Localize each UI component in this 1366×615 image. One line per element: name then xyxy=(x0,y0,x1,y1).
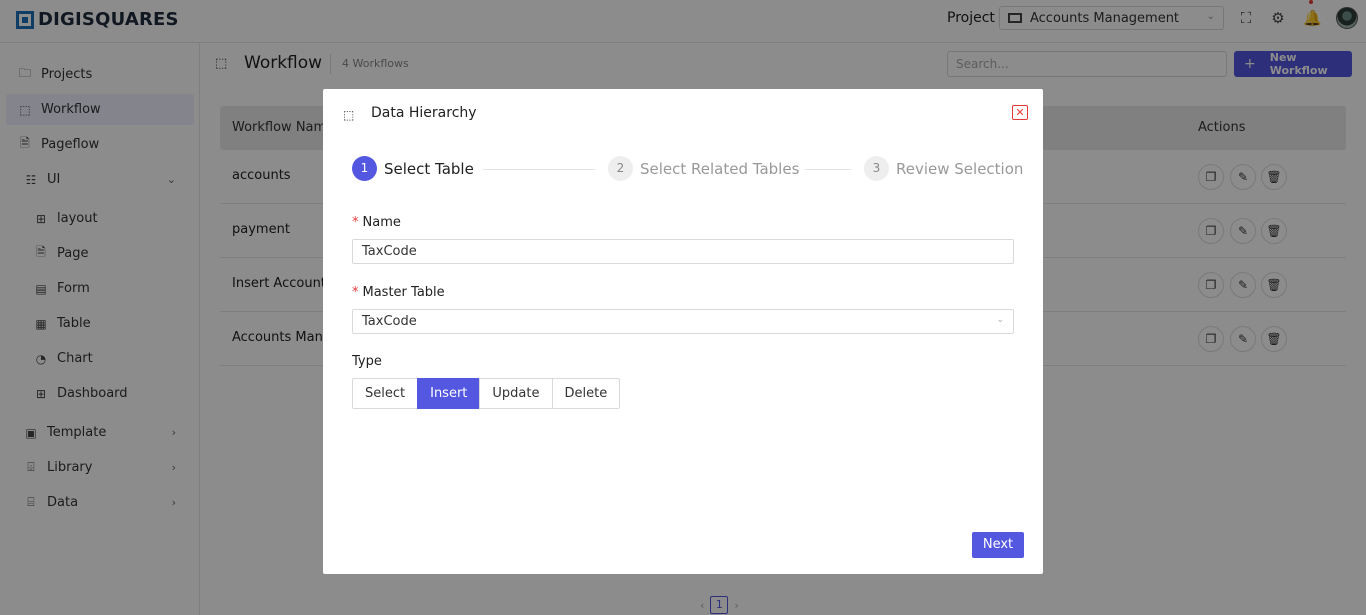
step-label: Select Related Tables xyxy=(640,159,800,178)
type-option-select[interactable]: Select xyxy=(352,378,419,409)
hierarchy-icon: ⬚ xyxy=(343,108,355,122)
master-table-select[interactable]: TaxCode ⌄ xyxy=(352,309,1014,334)
required-marker: * xyxy=(352,215,359,230)
close-icon[interactable]: ✕ xyxy=(1012,105,1028,120)
data-hierarchy-modal: ⬚ Data Hierarchy ✕ 1 Select Table 2 Sele… xyxy=(323,89,1043,574)
type-label: Type xyxy=(352,354,382,369)
next-button[interactable]: Next xyxy=(972,532,1024,558)
step-label: Review Selection xyxy=(896,159,1024,178)
step-number: 1 xyxy=(352,156,377,181)
step-connector xyxy=(483,169,595,170)
step-review-selection: 3 Review Selection xyxy=(864,156,1023,181)
master-table-value: TaxCode xyxy=(362,314,417,329)
name-field-label: * Name xyxy=(352,215,401,230)
step-select-table: 1 Select Table xyxy=(352,156,474,181)
name-field[interactable]: TaxCode xyxy=(352,239,1014,264)
modal-title: Data Hierarchy xyxy=(371,105,477,121)
step-label: Select Table xyxy=(384,159,474,178)
type-label-text: Type xyxy=(352,354,382,369)
type-segmented-control: Select Insert Update Delete xyxy=(352,378,621,409)
type-option-update[interactable]: Update xyxy=(479,378,553,409)
required-marker: * xyxy=(352,285,359,300)
name-label-text: Name xyxy=(362,215,401,230)
type-option-insert[interactable]: Insert xyxy=(417,378,481,409)
type-option-delete[interactable]: Delete xyxy=(551,378,621,409)
chevron-down-icon: ⌄ xyxy=(996,315,1004,325)
step-number: 3 xyxy=(864,156,889,181)
name-field-value: TaxCode xyxy=(362,244,417,259)
step-select-related-tables: 2 Select Related Tables xyxy=(608,156,799,181)
step-connector xyxy=(805,169,851,170)
master-table-label: * Master Table xyxy=(352,285,445,300)
step-number: 2 xyxy=(608,156,633,181)
master-table-label-text: Master Table xyxy=(362,285,445,300)
